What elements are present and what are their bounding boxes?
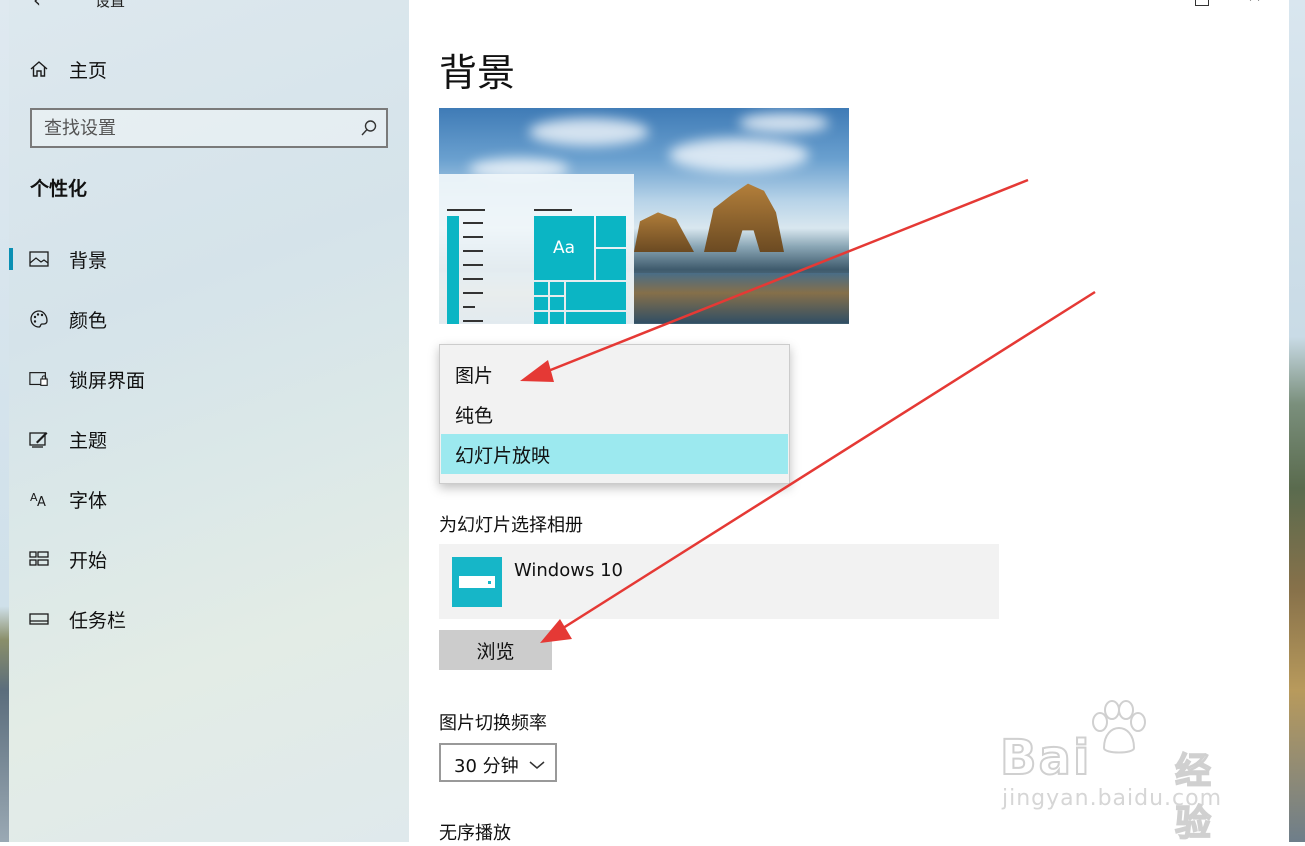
background-type-dropdown[interactable]: 图片 纯色 幻灯片放映: [439, 344, 790, 484]
option-slideshow[interactable]: 幻灯片放映: [441, 434, 788, 474]
font-icon: AA: [29, 489, 49, 509]
sidebar-item-label: 主题: [69, 429, 108, 452]
album-item[interactable]: Windows 10: [439, 544, 999, 619]
mock-line: [463, 278, 483, 280]
page-title: 背景: [439, 51, 516, 95]
mock-line: [463, 264, 483, 266]
mock-line: [463, 236, 483, 238]
mock-line: [534, 209, 572, 211]
home-icon: [29, 59, 49, 79]
watermark-brand: Bai: [999, 729, 1092, 787]
tile: [550, 282, 564, 295]
album-folder-icon: [452, 557, 502, 607]
preview-bottom-strip: [439, 324, 849, 339]
desktop-background-right: [1289, 0, 1305, 842]
start-icon: [29, 549, 49, 569]
paw-logo-icon: [1092, 700, 1146, 754]
search-box[interactable]: [30, 108, 388, 148]
tile: [534, 282, 548, 295]
option-solid-color[interactable]: 纯色: [441, 394, 788, 434]
sidebar-item-label: 颜色: [69, 309, 108, 332]
back-button[interactable]: ‹: [33, 0, 41, 12]
cloud-shape: [669, 138, 809, 172]
rock-arch-shape: [704, 183, 784, 252]
palette-icon: [29, 309, 49, 329]
album-name: Windows 10: [514, 560, 623, 581]
picture-icon: [29, 249, 49, 269]
taskbar-icon: [29, 609, 49, 629]
start-menu-mockup: Aa: [439, 174, 634, 324]
tile: [550, 297, 564, 310]
tile: [596, 249, 626, 280]
sidebar-item-label: 任务栏: [69, 609, 127, 632]
mock-line: [463, 250, 483, 252]
mock-line: [463, 292, 483, 294]
sidebar-item-label: 字体: [69, 489, 108, 512]
tile: [550, 312, 564, 324]
tile: [596, 216, 626, 247]
browse-button[interactable]: 浏览: [439, 630, 552, 670]
chevron-down-icon: [529, 755, 545, 774]
background-preview: Aa: [439, 108, 849, 339]
sidebar-item-label: 锁屏界面: [69, 369, 146, 392]
tile: [566, 282, 626, 310]
mock-line: [463, 306, 475, 308]
frequency-value: 30 分钟: [454, 756, 519, 777]
sidebar-item-label: 背景: [69, 249, 108, 272]
rock-shape: [634, 212, 694, 252]
mock-app-column: [447, 216, 459, 324]
sidebar-item-fonts[interactable]: AA 字体: [9, 479, 409, 519]
mock-line: [463, 222, 483, 224]
sidebar-item-label: 开始: [69, 549, 108, 572]
mock-line: [463, 320, 483, 322]
maximize-button[interactable]: [1195, 0, 1209, 6]
window-title: 设置: [95, 0, 126, 10]
frequency-label: 图片切换频率: [439, 713, 547, 734]
shuffle-label: 无序播放: [439, 823, 511, 842]
sidebar-item-lock-screen[interactable]: 锁屏界面: [9, 359, 409, 399]
sidebar-home-label: 主页: [69, 59, 108, 82]
tile: [566, 312, 626, 324]
settings-sidebar: ‹ 设置 主页 个性化 背景 颜色 锁屏界面 主题: [9, 0, 409, 842]
sidebar-item-background[interactable]: 背景: [9, 239, 409, 279]
tile: [534, 297, 548, 310]
tile-large: Aa: [534, 216, 594, 280]
search-input[interactable]: [32, 110, 354, 146]
tiles-group: Aa: [534, 216, 626, 324]
svg-text:A: A: [37, 495, 46, 508]
desktop-background-left: [0, 0, 9, 842]
theme-icon: [29, 429, 49, 449]
sidebar-item-home[interactable]: 主页: [9, 49, 409, 89]
watermark-url: jingyan.baidu.com: [1002, 786, 1223, 811]
cloud-shape: [529, 118, 649, 146]
sidebar-item-taskbar[interactable]: 任务栏: [9, 599, 409, 639]
close-button[interactable]: ✕: [1247, 0, 1262, 7]
search-icon[interactable]: [360, 119, 378, 141]
cloud-shape: [739, 113, 829, 133]
sidebar-item-color[interactable]: 颜色: [9, 299, 409, 339]
tile: [534, 312, 548, 324]
sidebar-item-start[interactable]: 开始: [9, 539, 409, 579]
sidebar-item-themes[interactable]: 主题: [9, 419, 409, 459]
lock-screen-icon: [29, 369, 49, 389]
section-title: 个性化: [30, 178, 88, 200]
frequency-select[interactable]: 30 分钟: [439, 743, 557, 782]
mock-line: [447, 209, 485, 211]
baidu-watermark: Bai 经验 jingyan.baidu.com: [999, 700, 1240, 845]
option-picture[interactable]: 图片: [441, 354, 788, 394]
album-label: 为幻灯片选择相册: [439, 515, 583, 536]
